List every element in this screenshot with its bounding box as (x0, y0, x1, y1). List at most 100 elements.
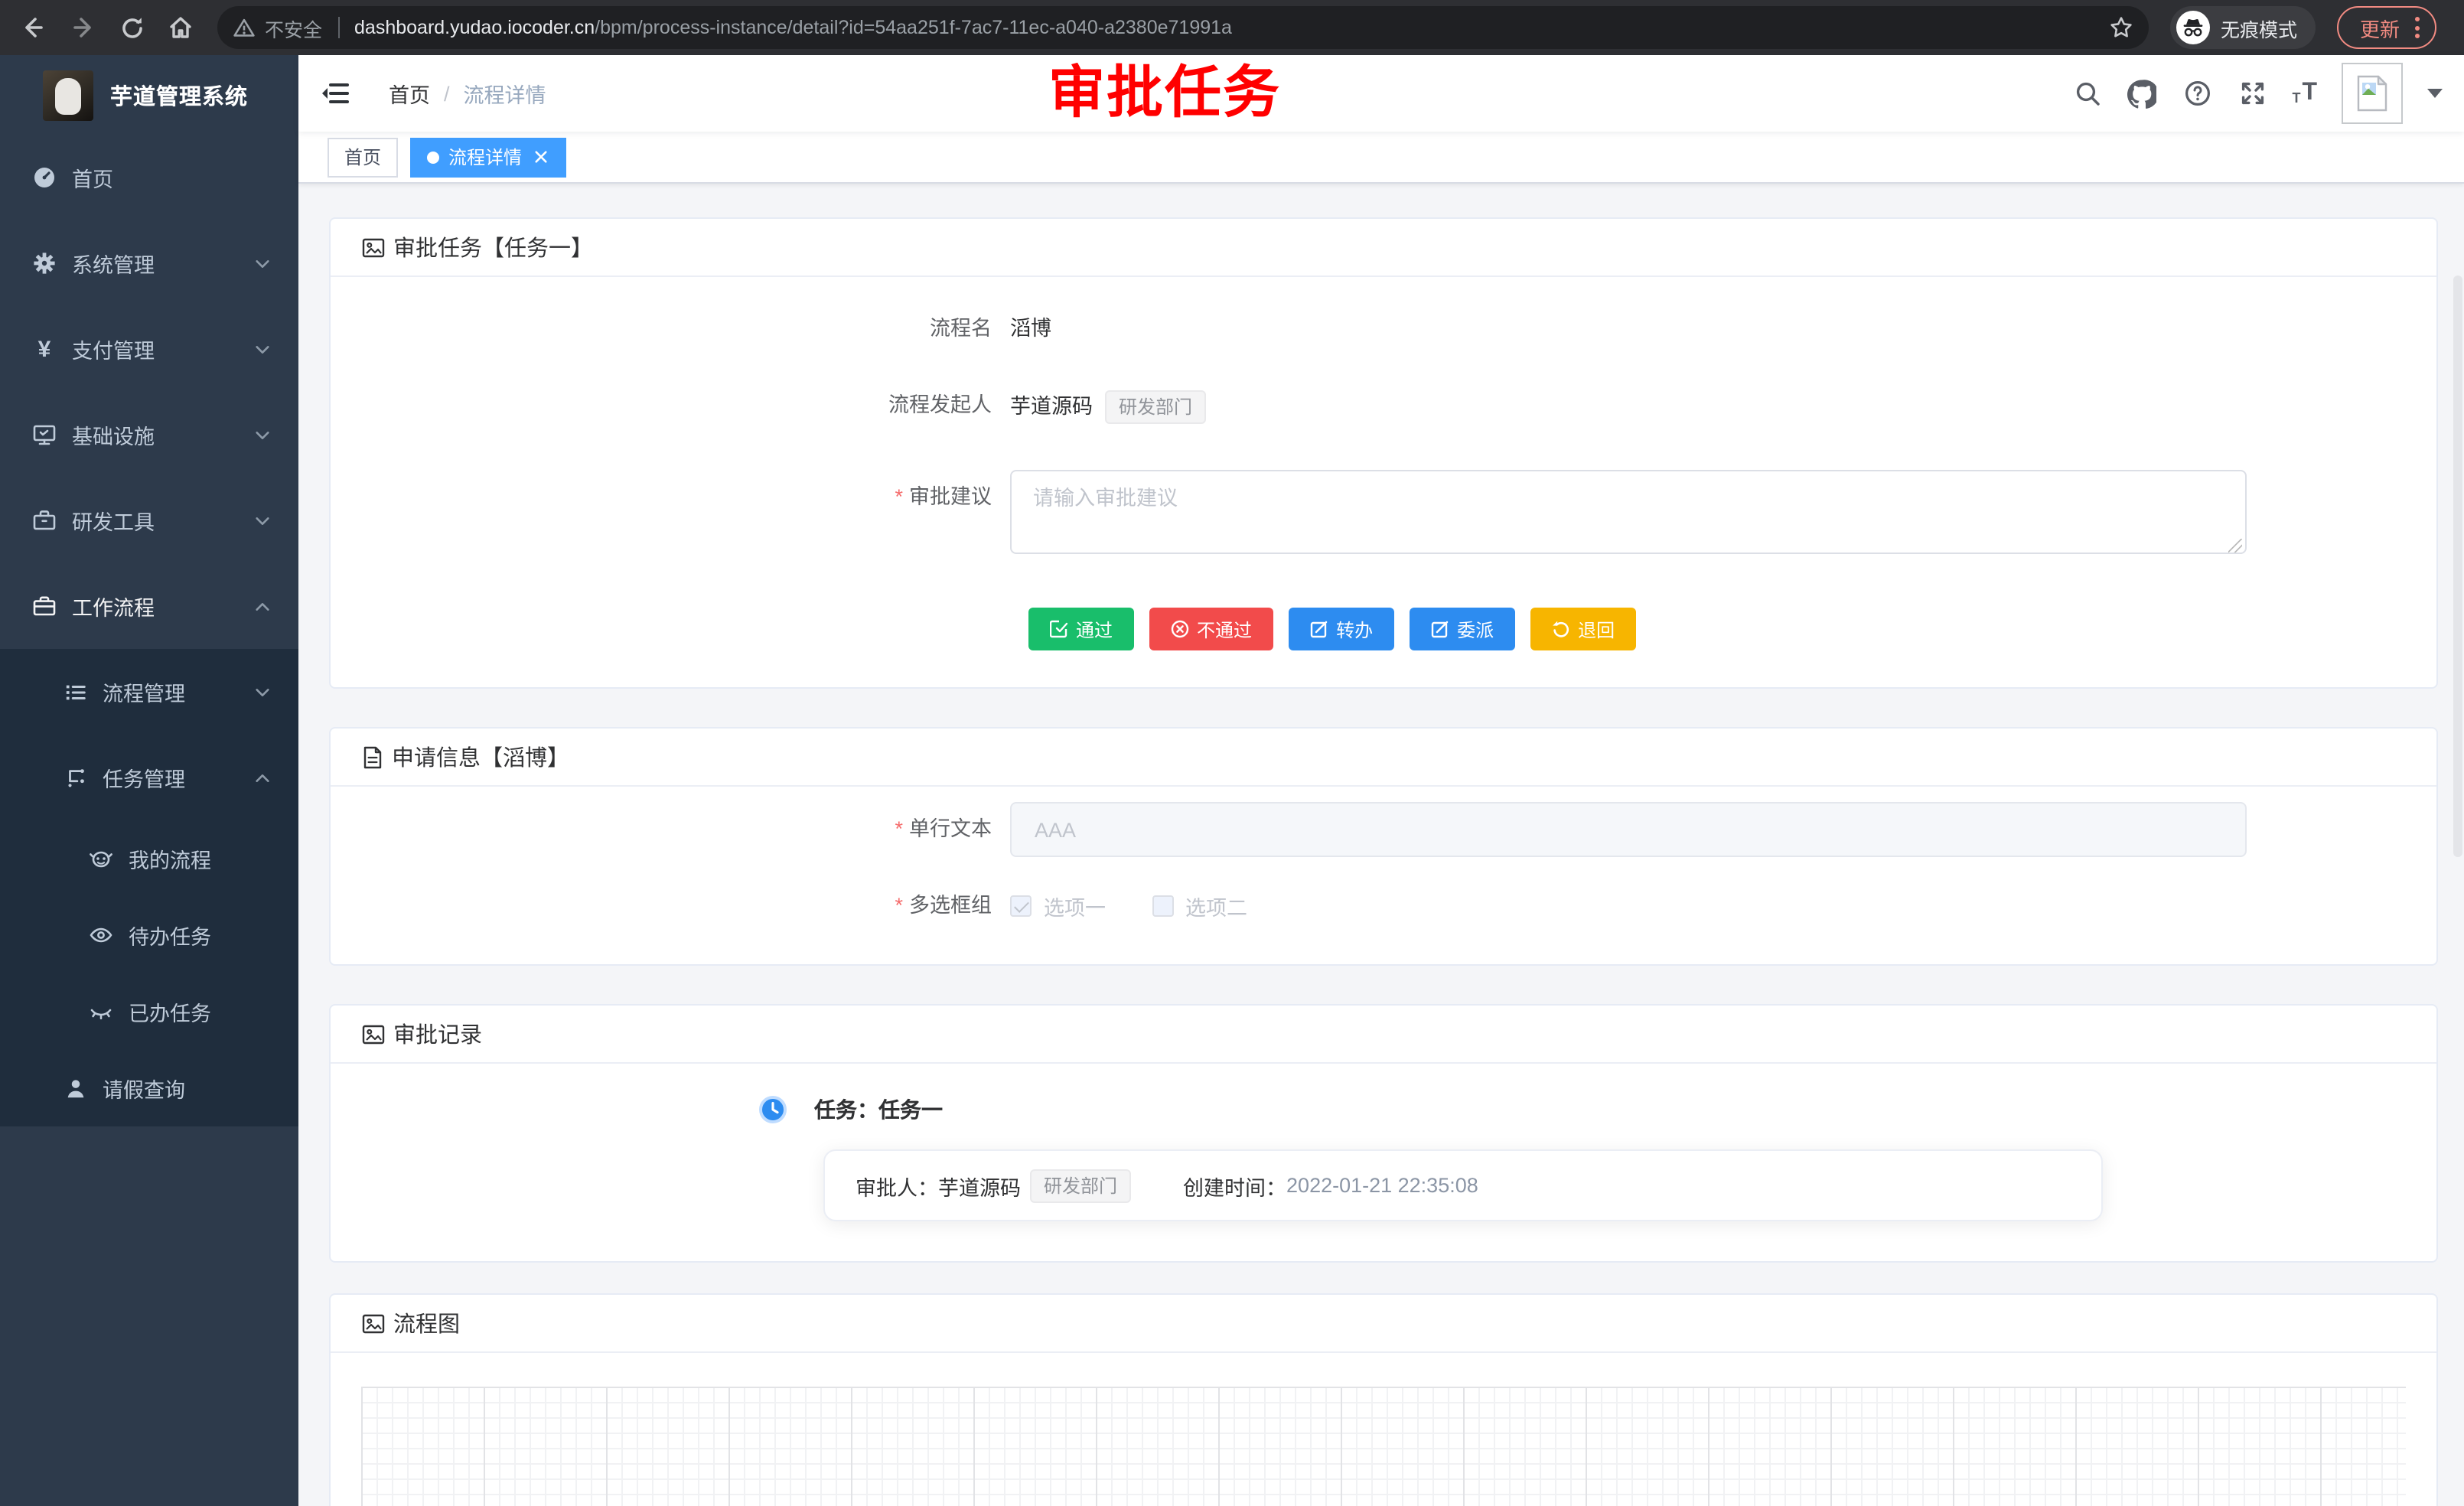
card-header: 流程图 (331, 1295, 2436, 1353)
eye-icon (89, 923, 113, 947)
tab-home[interactable]: 首页 (328, 137, 398, 177)
active-dot-icon (427, 151, 439, 163)
reject-button[interactable]: 不通过 (1149, 608, 1273, 650)
checkbox-checked-icon[interactable] (1010, 895, 1032, 917)
approval-actions: 通过 不通过 转办 委 (1028, 608, 2406, 650)
address-bar[interactable]: 不安全 dashboard.yudao.iocoder.cn /bpm/proc… (217, 6, 2149, 49)
transfer-button[interactable]: 转办 (1289, 608, 1394, 650)
sidebar-item-label: 系统管理 (72, 248, 155, 279)
checkbox-option-2[interactable]: 选项二 (1152, 891, 1247, 921)
sidebar-item-label: 流程管理 (103, 676, 185, 707)
url-host: dashboard.yudao.iocoder.cn (354, 17, 595, 38)
app-logo[interactable]: 芋道管理系统 (0, 55, 298, 135)
record-detail-box: 审批人： 芋道源码 研发部门 创建时间： 2022-01-21 22:35:08 (823, 1149, 2103, 1221)
sidebar-item-label: 研发工具 (72, 505, 155, 536)
tab-label: 流程详情 (448, 144, 522, 170)
bpmn-canvas[interactable] (361, 1387, 2406, 1506)
toolbox-icon (32, 508, 57, 533)
github-icon[interactable] (2127, 78, 2157, 109)
timeline-task-row: 任务：任务一 (758, 1094, 2406, 1125)
chevron-down-icon (254, 512, 271, 529)
sidebar-item-infrastructure[interactable]: 基础设施 (0, 392, 298, 478)
dashboard-icon (32, 165, 57, 190)
chevron-down-icon (254, 341, 271, 357)
avatar-dropdown-icon[interactable] (2427, 89, 2443, 98)
breadcrumb-home[interactable]: 首页 (389, 78, 430, 109)
sidebar-item-label: 待办任务 (129, 920, 211, 950)
form-item-process-name: 流程名 滔博 (361, 314, 2406, 344)
avatar[interactable] (2342, 63, 2403, 124)
form-item-initiator: 流程发起人 芋道源码 研发部门 (361, 390, 2406, 424)
approve-button[interactable]: 通过 (1028, 608, 1134, 650)
required-mark: * (895, 817, 903, 840)
process-name-value: 滔博 (1010, 314, 1051, 344)
clock-icon (758, 1094, 788, 1125)
field-label: *单行文本 (361, 814, 1010, 845)
apply-info-card: 申请信息【滔博】 *单行文本 *多选框组 选项一 (329, 727, 2438, 966)
tags-view-bar: 首页 流程详情 (298, 132, 2464, 184)
checkbox-label: 选项二 (1185, 891, 1247, 921)
sidebar-item-payment[interactable]: ¥ 支付管理 (0, 306, 298, 392)
tree-icon (63, 765, 87, 790)
sidebar-item-done-tasks[interactable]: 已办任务 (0, 973, 298, 1050)
tab-process-detail[interactable]: 流程详情 (410, 137, 566, 177)
sidebar-item-label: 工作流程 (72, 591, 155, 621)
annotation-approval-task: 审批任务 (1048, 60, 1281, 127)
gear-icon (32, 251, 57, 275)
return-button[interactable]: 退回 (1530, 608, 1636, 650)
picture-icon (361, 1311, 386, 1335)
chevron-down-icon (254, 426, 271, 443)
chrome-menu-icon[interactable] (2415, 17, 2420, 38)
field-label: *审批建议 (361, 470, 1010, 562)
delegate-button[interactable]: 委派 (1410, 608, 1515, 650)
checkbox-option-1[interactable]: 选项一 (1010, 891, 1106, 921)
sidebar-item-process-mgmt[interactable]: 流程管理 (0, 649, 298, 735)
home-icon[interactable] (159, 6, 202, 49)
scrollbar-thumb[interactable] (2453, 275, 2462, 857)
forward-icon[interactable] (61, 6, 104, 49)
create-time-value: 2022-01-21 22:35:08 (1286, 1174, 1478, 1197)
checkbox-unchecked-icon[interactable] (1152, 895, 1173, 917)
sidebar-item-system[interactable]: 系统管理 (0, 220, 298, 306)
close-icon[interactable] (531, 148, 549, 166)
sidebar-item-devtools[interactable]: 研发工具 (0, 478, 298, 563)
required-mark: * (895, 894, 903, 917)
chrome-update-button[interactable]: 更新 (2337, 6, 2436, 49)
sidebar-item-workflow[interactable]: 工作流程 (0, 563, 298, 649)
bookmark-star-icon[interactable] (2109, 15, 2133, 40)
form-item-suggest: *审批建议 (361, 470, 2406, 562)
monitor-icon (32, 422, 57, 447)
card-title: 流程图 (393, 1307, 460, 1339)
sidebar-item-leave-query[interactable]: 请假查询 (0, 1050, 298, 1126)
suggest-textarea[interactable] (1010, 470, 2247, 554)
incognito-icon (2176, 11, 2210, 44)
help-icon[interactable] (2182, 78, 2212, 109)
dept-tag: 研发部门 (1030, 1169, 1131, 1202)
record-timeline: 任务：任务一 审批人： 芋道源码 研发部门 创建时间： 2022-01-21 2… (331, 1064, 2436, 1261)
create-time-label: 创建时间： (1183, 1170, 1286, 1201)
omnibox-divider (337, 17, 339, 38)
field-label: 流程发起人 (361, 390, 1010, 424)
fullscreen-icon[interactable] (2237, 78, 2267, 109)
search-icon[interactable] (2071, 78, 2102, 109)
font-size-icon[interactable]: TT (2292, 81, 2317, 106)
sidebar-menu: 首页 系统管理 ¥ 支付管理 (0, 135, 298, 1506)
yen-icon: ¥ (32, 337, 57, 361)
content-area: 审批任务【任务一】 流程名 滔博 流程发起人 芋道源码 研发部门 (298, 184, 2464, 1506)
sidebar-item-todo-tasks[interactable]: 待办任务 (0, 897, 298, 973)
reload-icon[interactable] (110, 6, 153, 49)
sidebar-item-label: 支付管理 (72, 334, 155, 364)
sidebar-item-task-mgmt[interactable]: 任务管理 (0, 735, 298, 820)
sidebar-item-home[interactable]: 首页 (0, 135, 298, 220)
sidebar-item-label: 请假查询 (103, 1073, 185, 1103)
initiator-value: 芋道源码 (1010, 392, 1093, 422)
workflow-submenu: 流程管理 任务管理 我的流程 (0, 649, 298, 1126)
chevron-up-icon (254, 769, 271, 786)
update-label[interactable]: 更新 (2360, 13, 2400, 42)
sidebar-item-label: 我的流程 (129, 843, 211, 874)
sidebar-item-my-process[interactable]: 我的流程 (0, 820, 298, 897)
back-icon[interactable] (12, 6, 55, 49)
sidebar-fold-icon[interactable] (318, 77, 352, 110)
logo-image (43, 70, 93, 120)
single-line-input[interactable] (1010, 802, 2247, 857)
